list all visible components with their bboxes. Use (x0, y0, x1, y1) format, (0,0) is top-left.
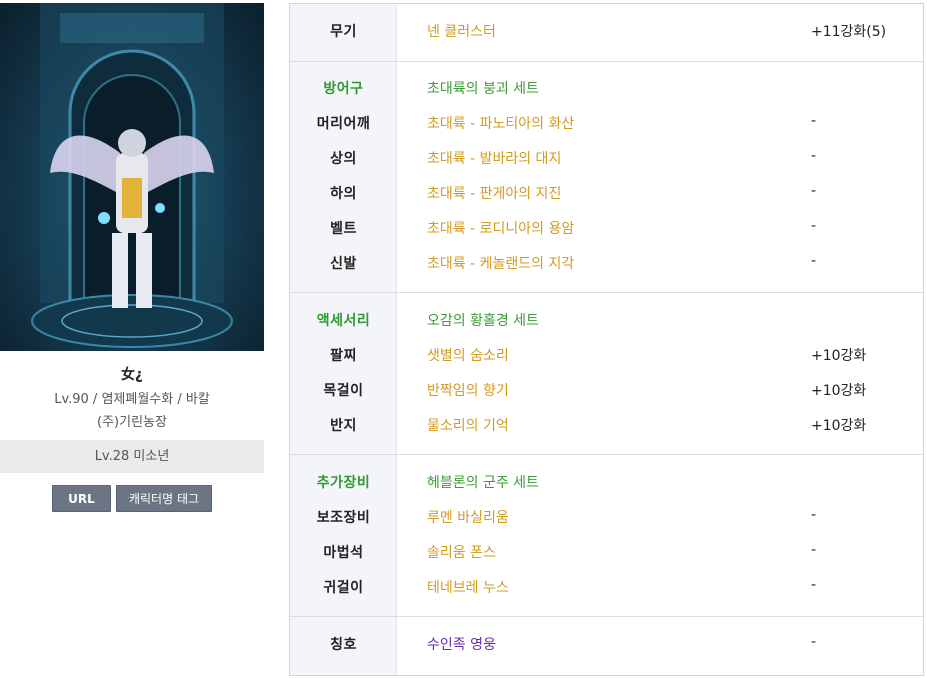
section-divider (290, 616, 923, 617)
equipment-row: 신발 초대륙 - 케놀랜드의 지각 - (290, 253, 923, 275)
enhance-value: +11강화(5) (811, 24, 887, 40)
item-name-link[interactable]: 초대륙 - 발바라의 대지 (427, 148, 561, 168)
slot-label: 반지 (330, 418, 357, 434)
character-level-class-server: Lv.90 / 염제폐월수화 / 바칼 (54, 392, 210, 407)
equipment-row: 머리어깨 초대륙 - 파노티아의 화산 - (290, 113, 923, 135)
slot-label: 벨트 (330, 221, 357, 237)
equipment-row: 반지 물소리의 기억 +10강화 (290, 415, 923, 437)
enhance-value: +10강화 (811, 383, 867, 399)
section-divider (290, 454, 923, 455)
item-name-link[interactable]: 테네브레 누스 (427, 577, 509, 597)
equipment-row: 상의 초대륙 - 발바라의 대지 - (290, 148, 923, 170)
item-name-link[interactable]: 솔리움 폰스 (427, 542, 496, 562)
armor-group-row: 방어구 초대륙의 붕괴 세트 (290, 78, 923, 100)
enhance-value: - (811, 634, 817, 650)
item-name-link[interactable]: 넨 클러스터 (427, 21, 496, 41)
set-name-link[interactable]: 헤블론의 군주 세트 (427, 472, 539, 492)
set-name-link[interactable]: 오감의 황홀경 세트 (427, 310, 539, 330)
equipment-row: 귀걸이 테네브레 누스 - (290, 577, 923, 599)
slot-label: 보조장비 (316, 510, 371, 526)
enhance-value: - (811, 542, 817, 558)
slot-label: 귀걸이 (323, 580, 364, 596)
accessory-group-row: 액세서리 오감의 황홀경 세트 (290, 310, 923, 332)
character-name-tag-button[interactable]: 캐릭터명 태그 (116, 485, 212, 512)
equipment-row: 목걸이 반짝임의 향기 +10강화 (290, 380, 923, 402)
equipment-row-title: 칭호 수인족 영웅 - (290, 634, 923, 656)
item-name-link[interactable]: 물소리의 기억 (427, 415, 509, 435)
group-label: 추가장비 (316, 475, 371, 491)
enhance-value: - (811, 577, 817, 593)
item-name-link[interactable]: 반짝임의 향기 (427, 380, 509, 400)
slot-label: 하의 (330, 186, 357, 202)
equipment-row: 팔찌 샛별의 숨소리 +10강화 (290, 345, 923, 367)
label-column (290, 4, 397, 675)
character-portrait (0, 3, 264, 351)
slot-label: 상의 (330, 151, 357, 167)
extra-group-row: 추가장비 헤블론의 군주 세트 (290, 472, 923, 494)
equipment-row: 보조장비 루멘 바실리움 - (290, 507, 923, 529)
item-name-link[interactable]: 루멘 바실리움 (427, 507, 509, 527)
slot-label: 칭호 (330, 637, 357, 653)
equipment-row: 하의 초대륙 - 판게아의 지진 - (290, 183, 923, 205)
equipment-row: 마법석 솔리움 폰스 - (290, 542, 923, 564)
enhance-value: - (811, 253, 817, 269)
item-name-link[interactable]: 초대륙 - 판게아의 지진 (427, 183, 561, 203)
section-divider (290, 61, 923, 62)
group-label: 방어구 (323, 81, 364, 97)
group-label: 액세서리 (316, 313, 371, 329)
item-name-link[interactable]: 초대륙 - 파노티아의 화산 (427, 113, 574, 133)
character-guild: (주)기린농장 (97, 415, 167, 430)
slot-label: 무기 (330, 24, 357, 40)
enhance-value: - (811, 183, 817, 199)
enhance-value: - (811, 218, 817, 234)
character-name: 女¿ (120, 367, 144, 383)
enhance-value: +10강화 (811, 348, 867, 364)
adventure-level: Lv.28 미소년 (0, 440, 264, 473)
enhance-value: - (811, 148, 817, 164)
slot-label: 마법석 (323, 545, 364, 561)
slot-label: 신발 (330, 256, 357, 272)
slot-label: 목걸이 (323, 383, 364, 399)
equipment-row: 벨트 초대륙 - 로디니아의 용암 - (290, 218, 923, 240)
title-name-link[interactable]: 수인족 영웅 (427, 634, 496, 654)
enhance-value: - (811, 507, 817, 523)
item-name-link[interactable]: 초대륙 - 케놀랜드의 지각 (427, 253, 574, 273)
equipment-row-weapon: 무기 넨 클러스터 +11강화(5) (290, 21, 923, 43)
slot-label: 팔찌 (330, 348, 357, 364)
item-name-link[interactable]: 초대륙 - 로디니아의 용암 (427, 218, 574, 238)
url-button[interactable]: URL (52, 485, 111, 512)
character-card: 女¿ Lv.90 / 염제폐월수화 / 바칼 (주)기린농장 Lv.28 미소년… (0, 0, 264, 678)
enhance-value: +10강화 (811, 418, 867, 434)
equipment-table: 무기 넨 클러스터 +11강화(5) 방어구 초대륙의 붕괴 세트 머리어깨 초… (289, 3, 924, 676)
section-divider (290, 292, 923, 293)
enhance-value: - (811, 113, 817, 129)
slot-label: 머리어깨 (316, 116, 371, 132)
set-name-link[interactable]: 초대륙의 붕괴 세트 (427, 78, 539, 98)
item-name-link[interactable]: 샛별의 숨소리 (427, 345, 509, 365)
